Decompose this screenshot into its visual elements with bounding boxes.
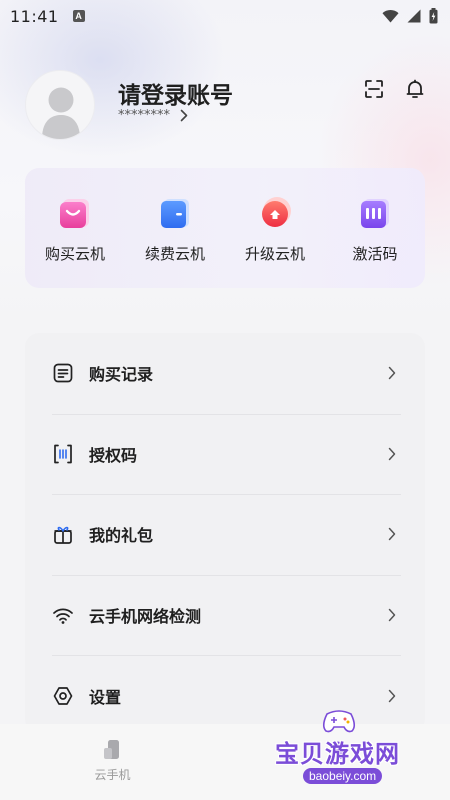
battery-icon xyxy=(429,8,438,24)
gamepad-icon xyxy=(322,710,356,733)
menu-item-my-gifts[interactable]: 我的礼包 xyxy=(25,494,425,575)
chevron-right-icon xyxy=(388,367,396,380)
chevron-right-icon xyxy=(388,608,396,622)
status-time: 11:41 xyxy=(10,6,59,26)
watermark-text: 宝贝游戏网 xyxy=(275,740,400,768)
quick-action-buy[interactable]: 购买云机 xyxy=(25,168,125,288)
chevron-right-icon xyxy=(180,109,188,122)
wallet-icon xyxy=(161,199,189,228)
auth-code-icon xyxy=(54,444,72,464)
wifi-signal-icon xyxy=(382,9,399,23)
nav-label: 云手机 xyxy=(94,768,131,782)
quick-actions-card: 购买云机 续费云机 升级云机 激活码 xyxy=(25,168,425,288)
menu-card: 购买记录 授权码 我的礼包 云手机网络检测 设置 xyxy=(25,333,425,733)
upgrade-icon xyxy=(262,197,291,227)
account-id[interactable]: ******** xyxy=(118,108,188,123)
menu-item-label: 我的礼包 xyxy=(89,526,154,546)
phone-icon xyxy=(103,740,119,759)
notification-a-icon: A xyxy=(72,10,85,22)
quick-action-label: 续费云机 xyxy=(144,245,205,263)
menu-item-label: 授权码 xyxy=(89,445,138,465)
quick-action-renew[interactable]: 续费云机 xyxy=(125,168,225,288)
login-title[interactable]: 请登录账号 xyxy=(118,76,233,110)
avatar[interactable] xyxy=(25,70,95,140)
cell-signal-icon xyxy=(407,9,421,23)
settings-icon xyxy=(53,686,73,705)
menu-item-auth-code[interactable]: 授权码 xyxy=(25,413,425,495)
menu-item-purchase-records[interactable]: 购买记录 xyxy=(25,333,425,414)
menu-item-label: 购买记录 xyxy=(89,365,154,385)
nav-tab-cloud-phone[interactable]: 云手机 xyxy=(0,724,225,800)
chevron-right-icon xyxy=(388,447,396,461)
watermark: 宝贝游戏网 baobeiy.com xyxy=(275,706,425,790)
quick-action-upgrade[interactable]: 升级云机 xyxy=(225,168,325,288)
bell-icon[interactable] xyxy=(404,78,426,100)
default-avatar-icon xyxy=(42,87,80,139)
chevron-right-icon xyxy=(388,689,396,702)
wifi-icon xyxy=(53,608,73,624)
menu-item-network-test[interactable]: 云手机网络检测 xyxy=(25,574,425,656)
status-icons xyxy=(382,8,438,24)
scan-icon[interactable] xyxy=(363,78,385,100)
chevron-right-icon xyxy=(388,528,396,541)
quick-action-label: 升级云机 xyxy=(244,245,305,263)
quick-action-label: 购买云机 xyxy=(44,245,105,263)
quick-action-label: 激活码 xyxy=(352,245,398,263)
shopping-bag-icon xyxy=(60,199,89,228)
menu-item-label: 设置 xyxy=(89,687,122,707)
account-id-text: ******** xyxy=(118,108,170,123)
quick-action-activation-code[interactable]: 激活码 xyxy=(325,168,425,288)
menu-item-label: 云手机网络检测 xyxy=(89,607,202,627)
activation-code-icon xyxy=(361,199,389,228)
status-bar: 11:41 A xyxy=(0,0,450,32)
gift-icon xyxy=(54,527,72,545)
record-icon xyxy=(53,363,73,383)
watermark-url: baobeiy.com xyxy=(303,768,383,784)
